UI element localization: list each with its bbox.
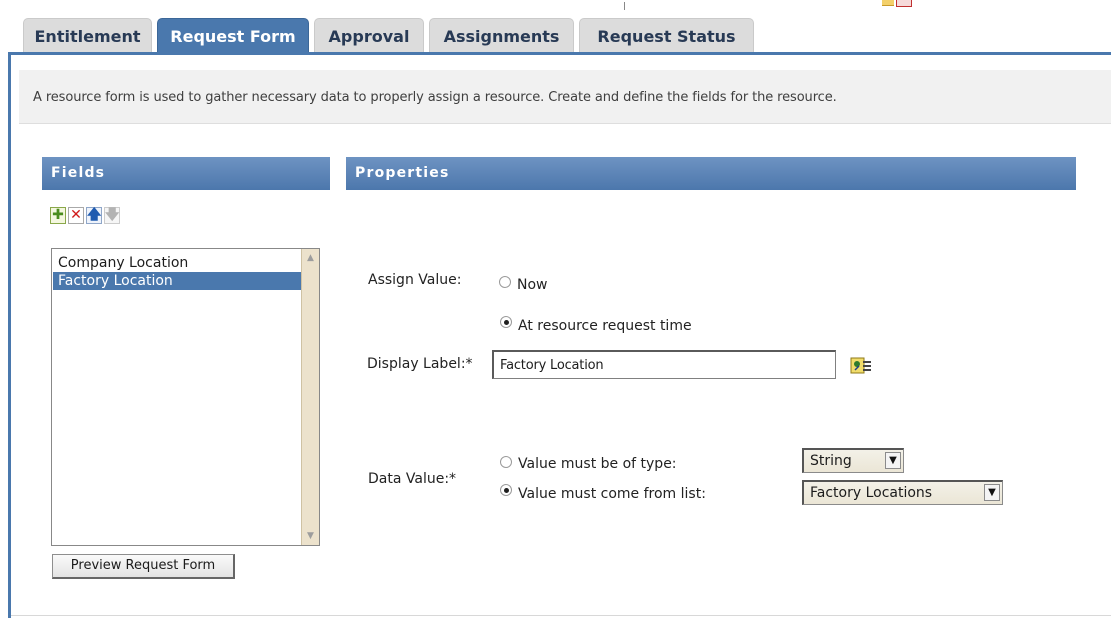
top-strip — [0, 0, 1111, 16]
type-select-value: String — [810, 453, 852, 469]
document-icon — [882, 0, 894, 6]
close-icon[interactable] — [896, 0, 912, 7]
radio-value-of-type[interactable] — [500, 456, 512, 468]
divider-tick — [624, 2, 625, 10]
preview-request-form-button[interactable]: Preview Request Form — [52, 554, 235, 579]
radio-value-of-type-label: Value must be of type: — [518, 456, 677, 472]
scroll-up-icon[interactable]: ▲ — [304, 251, 317, 265]
radio-now-label: Now — [517, 277, 548, 293]
fields-listbox[interactable]: Company Location Factory Location ▲ ▼ — [51, 248, 320, 546]
arrow-up-icon[interactable]: 🡅 — [86, 207, 102, 224]
display-label-label: Display Label:* — [367, 356, 473, 372]
radio-value-from-list-label: Value must come from list: — [518, 486, 706, 502]
panel-left-border — [8, 52, 11, 618]
type-select[interactable]: String ▼ — [802, 448, 904, 473]
radio-at-request-time-label: At resource request time — [518, 318, 692, 334]
assign-value-label: Assign Value: — [368, 272, 462, 288]
radio-at-request-time[interactable] — [500, 316, 512, 328]
list-select[interactable]: Factory Locations ▼ — [802, 480, 1003, 505]
tab-approval[interactable]: Approval — [314, 18, 424, 53]
plus-icon[interactable]: ✚ — [50, 207, 66, 224]
radio-now[interactable] — [499, 276, 511, 288]
radio-value-from-list[interactable] — [500, 484, 512, 496]
list-select-value: Factory Locations — [810, 485, 933, 501]
list-item[interactable]: Factory Location — [53, 272, 302, 290]
tab-request-form[interactable]: Request Form — [157, 18, 309, 53]
data-value-label: Data Value:* — [368, 471, 457, 487]
tab-assignments[interactable]: Assignments — [429, 18, 574, 53]
list-item[interactable]: Company Location — [53, 254, 302, 272]
delete-x-icon[interactable]: ✕ — [68, 207, 84, 224]
tab-entitlement[interactable]: Entitlement — [23, 18, 152, 53]
chevron-down-icon[interactable]: ▼ — [984, 484, 1000, 501]
panel-top-border — [8, 52, 1111, 55]
display-label-input[interactable] — [492, 350, 836, 379]
panel-bottom-border — [11, 615, 1111, 616]
description-text: A resource form is used to gather necess… — [33, 90, 837, 105]
arrow-down-icon[interactable]: 🡇 — [104, 207, 120, 224]
localize-icon[interactable] — [850, 355, 872, 377]
properties-header: Properties — [346, 157, 1076, 190]
scroll-down-icon[interactable]: ▼ — [304, 529, 317, 543]
fields-header: Fields — [42, 157, 330, 190]
chevron-down-icon[interactable]: ▼ — [885, 452, 901, 469]
description-band: A resource form is used to gather necess… — [19, 70, 1111, 124]
tab-request-status[interactable]: Request Status — [579, 18, 754, 53]
scrollbar[interactable]: ▲ ▼ — [301, 249, 319, 545]
